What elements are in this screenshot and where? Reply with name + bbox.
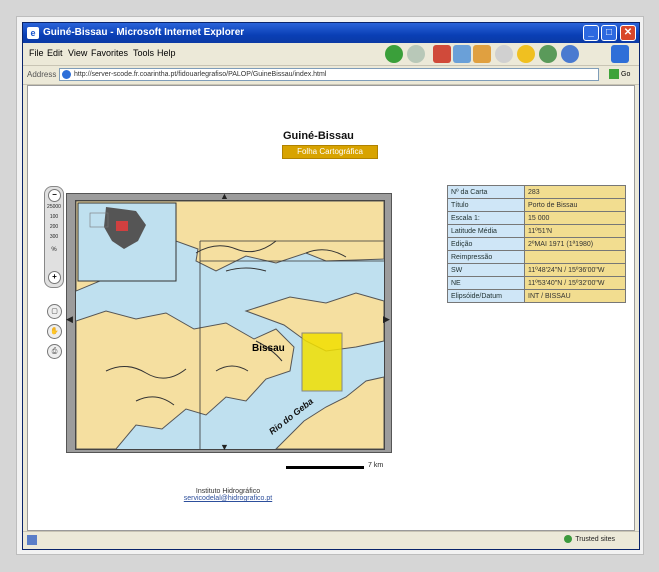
page-content: Guiné-Bissau Folha Cartográfica − 25000 … [27, 85, 635, 531]
menu-view[interactable]: View [68, 48, 87, 58]
table-value-cell: INT / BISSAU [524, 289, 626, 303]
menu-edit[interactable]: Edit [47, 48, 63, 58]
zoom-level-label[interactable]: 300 [46, 234, 62, 240]
table-key-cell: SW [447, 263, 525, 277]
zoom-out-button[interactable]: − [48, 189, 61, 202]
table-value-cell: Porto de Bissau [524, 198, 626, 212]
scale-label: 7 km [368, 462, 384, 469]
address-bar: Address http://server-scode.fr.coarintha… [23, 66, 639, 85]
page-status-icon [27, 535, 37, 545]
table-value-cell: 11º51'N [524, 224, 626, 238]
close-button[interactable]: ✕ [620, 25, 636, 41]
stop-icon[interactable] [433, 45, 451, 63]
table-key-cell: Nº da Carta [447, 185, 525, 199]
home-icon[interactable] [473, 45, 491, 63]
security-zone: Trusted sites [564, 535, 615, 543]
windows-logo-icon [611, 45, 629, 63]
trusted-zone-icon [564, 535, 573, 543]
table-row: SW 11º48'24"N / 15º36'00"W [447, 263, 626, 277]
south-land [76, 310, 295, 449]
footer: Instituto Hidrográfico servicodelal@hidr… [168, 488, 288, 502]
go-arrow-icon [609, 69, 619, 80]
table-row: Latitude Média 11º51'N [447, 224, 626, 238]
scale-bar-line [286, 466, 364, 469]
table-row: Escala 1: 15 000 [447, 211, 626, 225]
table-row: Reimpressão [447, 250, 626, 264]
table-row: Edição 2ºMAI 1971 (1ª1980) [447, 237, 626, 251]
map-frame: Bissau Rio do Geba ▲ ▼ ◀ ▶ [66, 191, 392, 453]
sheet-info-table: Nº da Carta 283 Título Porto de Bissau Escal… [447, 185, 626, 303]
table-key-cell: Elipsóide/Datum [447, 289, 525, 303]
menu-favorites[interactable]: Favorites [91, 48, 128, 58]
table-value-cell: 11º48'24"N / 15º36'00"W [524, 263, 626, 277]
zoom-level-label[interactable]: 25000 [46, 204, 62, 210]
browser-window: e Guiné-Bissau - Microsoft Internet Expl… [22, 22, 640, 550]
title-bar: e Guiné-Bissau - Microsoft Internet Expl… [23, 23, 639, 43]
table-value-cell: 11º53'40"N / 15º32'00"W [524, 276, 626, 290]
ie-app-icon: e [27, 27, 39, 39]
table-row: NE 11º53'40"N / 15º32'00"W [447, 276, 626, 290]
fullscreen-icon[interactable]: ▢ [47, 304, 62, 319]
refresh-icon[interactable] [453, 45, 471, 63]
menu-file[interactable]: File [29, 48, 44, 58]
table-key-cell: Latitude Média [447, 224, 525, 238]
menu-bar: File Edit View Favorites Tools Help [23, 43, 639, 66]
zoom-percent-label: % [51, 247, 57, 253]
menu-tools[interactable]: Tools [133, 48, 154, 58]
table-key-cell: Escala 1: [447, 211, 525, 225]
pan-south-arrow[interactable]: ▼ [220, 442, 229, 452]
window-title: Guiné-Bissau - Microsoft Internet Explor… [43, 27, 245, 38]
address-input[interactable]: http://server-scode.fr.coarintha.pt/fido… [59, 68, 599, 81]
address-url: http://server-scode.fr.coarintha.pt/fido… [74, 71, 327, 78]
address-label: Address [27, 70, 57, 79]
history-icon[interactable] [561, 45, 579, 63]
footer-email-link[interactable]: servicodelal@hidrografico.pt [168, 495, 288, 502]
table-key-cell: Edição [447, 237, 525, 251]
pan-east-arrow[interactable]: ▶ [383, 314, 390, 325]
go-button[interactable]: Go [609, 68, 633, 81]
forward-icon[interactable] [407, 45, 425, 63]
print-icon[interactable]: ⎙ [47, 344, 62, 359]
favorites-star-icon[interactable] [517, 45, 535, 63]
table-key-cell: Reimpressão [447, 250, 525, 264]
table-key-cell: NE [447, 276, 525, 290]
back-icon[interactable] [385, 45, 403, 63]
page-title: Guiné-Bissau [283, 130, 354, 142]
go-label: Go [621, 71, 631, 78]
zoom-control: − 25000 100 200 300 % + [44, 186, 64, 288]
map-viewer[interactable]: Bissau Rio do Geba [75, 200, 385, 450]
pan-north-arrow[interactable]: ▲ [220, 191, 229, 201]
sheets-button[interactable]: Folha Cartográfica [282, 145, 378, 159]
table-row: Elipsóide/Datum INT / BISSAU [447, 289, 626, 303]
pan-hand-icon[interactable]: ✋ [47, 324, 62, 339]
zoom-in-button[interactable]: + [48, 271, 61, 284]
media-icon[interactable] [539, 45, 557, 63]
menu-help[interactable]: Help [157, 48, 176, 58]
maximize-button[interactable]: □ [601, 25, 617, 41]
table-value-cell: 15 000 [524, 211, 626, 225]
selected-sheet-highlight[interactable] [301, 332, 343, 392]
table-key-cell: Título [447, 198, 525, 212]
page-icon [62, 70, 71, 79]
status-bar: Trusted sites [23, 531, 639, 549]
inset-selection-marker [116, 221, 128, 231]
search-icon[interactable] [495, 45, 513, 63]
pan-west-arrow[interactable]: ◀ [66, 314, 73, 325]
zoom-level-label[interactable]: 100 [46, 214, 62, 220]
table-value-cell: 2ºMAI 1971 (1ª1980) [524, 237, 626, 251]
zoom-level-label[interactable]: 200 [46, 224, 62, 230]
chart-map: Bissau Rio do Geba [76, 201, 384, 449]
city-label: Bissau [252, 343, 285, 354]
table-value-cell [524, 250, 626, 264]
footer-org: Instituto Hidrográfico [195, 488, 261, 495]
zone-label: Trusted sites [575, 535, 615, 543]
table-row: Nº da Carta 283 [447, 185, 626, 199]
minimize-button[interactable]: _ [583, 25, 599, 41]
table-value-cell: 283 [524, 185, 626, 199]
table-row: Título Porto de Bissau [447, 198, 626, 212]
